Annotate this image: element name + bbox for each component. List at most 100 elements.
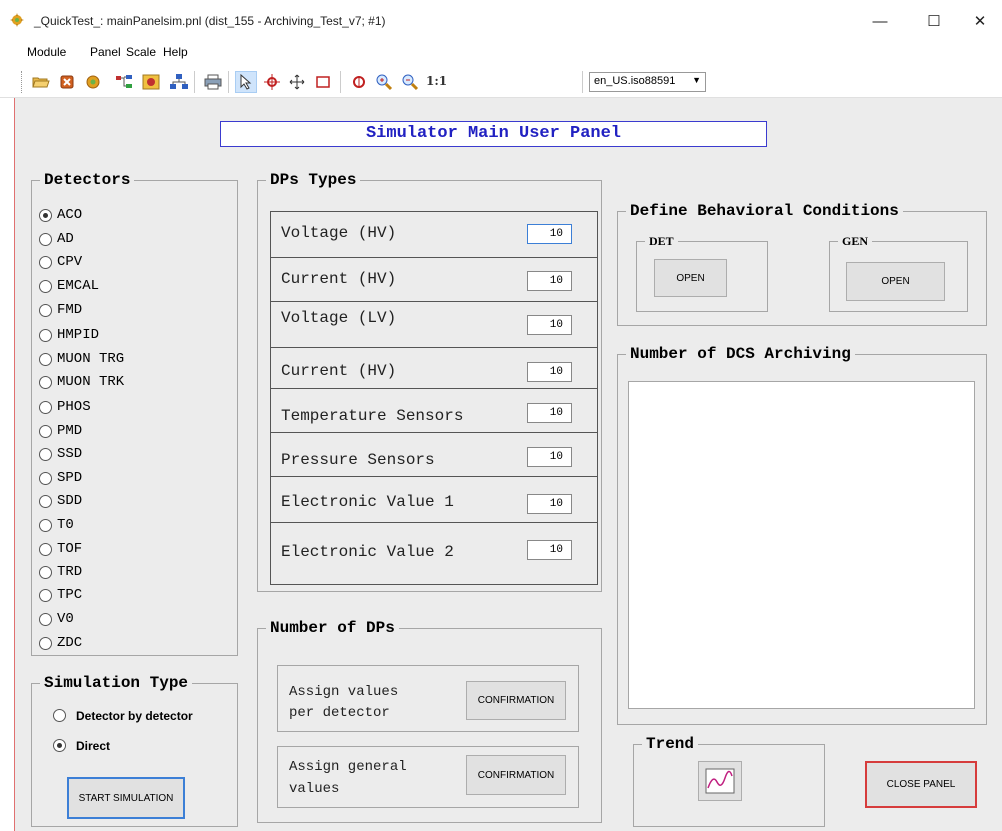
radio-icon[interactable]	[39, 636, 52, 650]
detector-radio-muon-trg[interactable]: MUON TRG	[39, 351, 124, 367]
move-tool-icon[interactable]	[261, 71, 283, 93]
detector-radio-sdd[interactable]: SDD	[39, 493, 82, 509]
detector-label: EMCAL	[57, 278, 100, 294]
radio-icon[interactable]	[39, 447, 52, 461]
maximize-button[interactable]: ☐	[914, 8, 954, 34]
detector-radio-pmd[interactable]: PMD	[39, 423, 82, 439]
detector-radio-hmpid[interactable]: HMPID	[39, 327, 99, 343]
menu-module[interactable]: Module	[27, 45, 66, 59]
zoom-reset-icon[interactable]	[348, 71, 370, 93]
trend-button[interactable]	[698, 761, 742, 801]
det-open-button[interactable]: OPEN	[654, 259, 727, 297]
select-pointer-icon[interactable]	[235, 71, 257, 93]
detector-radio-v0[interactable]: V0	[39, 611, 74, 627]
hierarchy-icon[interactable]	[168, 71, 190, 93]
detector-radio-ad[interactable]: AD	[39, 231, 74, 247]
detector-radio-zdc[interactable]: ZDC	[39, 635, 82, 651]
assign-per-detector-label-1: Assign values	[289, 684, 399, 700]
detector-radio-emcal[interactable]: EMCAL	[39, 278, 99, 294]
dp-value-input[interactable]: 10	[527, 224, 572, 244]
toolbar-grip[interactable]	[21, 71, 23, 93]
close-window-button[interactable]: ✕	[960, 8, 1000, 34]
radio-checked-icon[interactable]	[53, 738, 66, 752]
confirm-general-button[interactable]: CONFIRMATION	[466, 755, 566, 795]
dp-row: Voltage (LV) 10	[271, 302, 597, 348]
dp-value-input[interactable]: 10	[527, 362, 572, 382]
radio-icon[interactable]	[39, 279, 52, 293]
radio-icon[interactable]	[39, 542, 52, 556]
radio-icon[interactable]	[39, 255, 52, 269]
detector-label: PHOS	[57, 399, 91, 415]
detector-radio-tpc[interactable]: TPC	[39, 587, 82, 603]
radio-icon[interactable]	[39, 232, 52, 246]
detector-radio-t0[interactable]: T0	[39, 517, 74, 533]
zoom-in-icon[interactable]	[373, 71, 395, 93]
window-title: _QuickTest_: mainPanelsim.pnl (dist_155 …	[34, 14, 386, 28]
detector-radio-spd[interactable]: SPD	[39, 470, 82, 486]
close-panel-button[interactable]: CLOSE PANEL	[865, 761, 977, 808]
radio-checked-icon[interactable]	[39, 208, 52, 222]
locale-select[interactable]: en_US.iso88591 ▼	[589, 72, 706, 92]
detector-radio-ssd[interactable]: SSD	[39, 446, 82, 462]
dp-value-input[interactable]: 10	[527, 494, 572, 514]
page-title: Simulator Main User Panel	[220, 121, 767, 147]
sim-radio-direct[interactable]	[53, 737, 71, 753]
radio-icon[interactable]	[39, 612, 52, 626]
zoom-out-icon[interactable]	[399, 71, 421, 93]
image-icon[interactable]	[140, 71, 162, 93]
dp-value-input[interactable]: 10	[527, 403, 572, 423]
detector-radio-phos[interactable]: PHOS	[39, 399, 91, 415]
number-of-dps-legend: Number of DPs	[266, 619, 399, 637]
dcs-archiving-list[interactable]	[628, 381, 975, 709]
menu-scale[interactable]: Scale	[126, 45, 156, 59]
radio-icon[interactable]	[39, 424, 52, 438]
dp-types-legend: DPs Types	[266, 171, 361, 189]
dp-value-input[interactable]: 10	[527, 271, 572, 291]
print-icon[interactable]	[202, 71, 224, 93]
pan-cross-icon[interactable]	[286, 71, 308, 93]
radio-icon[interactable]	[39, 588, 52, 602]
gen-open-button[interactable]: OPEN	[846, 262, 945, 301]
radio-icon[interactable]	[39, 471, 52, 485]
dp-row: Current (HV) 10	[271, 258, 597, 302]
radio-icon[interactable]	[39, 400, 52, 414]
tree-view-icon[interactable]	[113, 71, 135, 93]
det-legend: DET	[645, 234, 678, 248]
detector-label: FMD	[57, 302, 83, 318]
dp-types-table: Voltage (HV) 10 Current (HV) 10 Voltage …	[270, 211, 598, 585]
radio-icon[interactable]	[39, 375, 52, 389]
radio-icon[interactable]	[53, 708, 66, 722]
dp-value-input[interactable]: 10	[527, 315, 572, 335]
menu-help[interactable]: Help	[163, 45, 188, 59]
detector-label: V0	[57, 611, 74, 627]
menu-panel[interactable]: Panel	[90, 45, 121, 59]
radio-icon[interactable]	[39, 328, 52, 342]
scale-1-1-button[interactable]: 1:1	[426, 74, 447, 88]
dp-row: Electronic Value 2 10	[271, 523, 597, 585]
dp-value-input[interactable]: 10	[527, 447, 572, 467]
detector-radio-muon-trk[interactable]: MUON TRK	[39, 374, 124, 390]
assign-per-detector-label-2: per detector	[289, 705, 390, 721]
radio-icon[interactable]	[39, 518, 52, 532]
detector-radio-fmd[interactable]: FMD	[39, 302, 82, 318]
settings-gear-icon[interactable]	[82, 71, 104, 93]
assign-general-label-2: values	[289, 781, 340, 797]
radio-icon[interactable]	[39, 352, 52, 366]
minimize-button[interactable]: —	[860, 8, 900, 34]
rectangle-icon[interactable]	[312, 71, 334, 93]
radio-icon[interactable]	[39, 303, 52, 317]
confirm-per-detector-button[interactable]: CONFIRMATION	[466, 681, 566, 720]
detector-radio-aco[interactable]: ACO	[39, 207, 82, 223]
dp-value-input[interactable]: 10	[527, 540, 572, 560]
detector-label: ZDC	[57, 635, 83, 651]
detector-radio-trd[interactable]: TRD	[39, 564, 82, 580]
gen-legend: GEN	[838, 234, 873, 248]
close-panel-icon[interactable]	[56, 71, 78, 93]
detector-radio-tof[interactable]: TOF	[39, 541, 82, 557]
sim-radio-detector-by-detector[interactable]	[53, 707, 71, 723]
start-simulation-button[interactable]: START SIMULATION	[67, 777, 185, 819]
detector-radio-cpv[interactable]: CPV	[39, 254, 82, 270]
radio-icon[interactable]	[39, 565, 52, 579]
radio-icon[interactable]	[39, 494, 52, 508]
open-folder-icon[interactable]	[30, 71, 52, 93]
